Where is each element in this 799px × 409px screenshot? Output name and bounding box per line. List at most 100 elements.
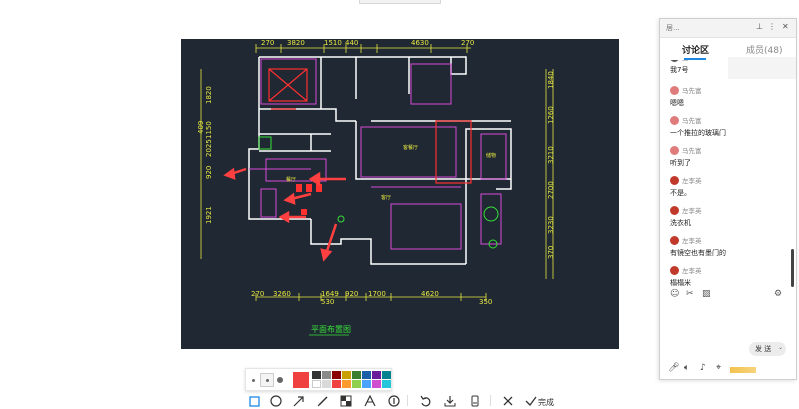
dim-bottom-4: 920 (345, 290, 358, 298)
close-icon[interactable]: ✕ (782, 22, 789, 31)
dim-top-5: 4630 (411, 39, 429, 47)
message-text: 我7号 (670, 66, 689, 74)
dim-left-1: 1820 (205, 86, 213, 104)
avatar[interactable] (670, 265, 679, 275)
brush-size-large[interactable] (277, 377, 283, 383)
dim-right-1: 1840 (547, 71, 555, 89)
promo-banner[interactable] (730, 367, 756, 373)
red-accents (268, 68, 472, 184)
dim-right-6: 370 (547, 246, 555, 259)
sender-name[interactable]: 左李英 (682, 235, 702, 245)
avatar[interactable] (670, 205, 679, 215)
avatar[interactable] (670, 175, 679, 185)
music-icon[interactable]: ♪ (700, 363, 706, 373)
sender-name[interactable]: 左李英 (682, 175, 702, 185)
download-icon[interactable] (442, 393, 458, 409)
screenshot-editor: 270 3820 1510 440 4630 270 270 3260 1649… (0, 0, 799, 409)
brush-size-medium[interactable] (260, 373, 274, 387)
pin-icon[interactable] (467, 393, 483, 409)
dining-chairs (296, 184, 322, 215)
dim-right-3: 3210 (547, 146, 555, 164)
sender-name[interactable]: 左李英 (682, 265, 702, 275)
message-text: 一个推拉的玻璃门 (670, 129, 726, 137)
ellipse-icon[interactable] (268, 393, 284, 409)
sender-name[interactable]: 王... (682, 60, 695, 62)
color-swatch[interactable] (362, 380, 371, 388)
brush-size-small[interactable] (252, 379, 255, 382)
pen-icon[interactable] (315, 393, 331, 409)
dim-top-1: 270 (261, 39, 274, 47)
avatar[interactable] (670, 235, 679, 245)
floor-plan-svg: 270 3820 1510 440 4630 270 270 3260 1649… (197, 39, 555, 336)
send-button[interactable]: 发 送 ⌄ (749, 342, 786, 356)
undo-icon[interactable] (418, 393, 434, 409)
dimension-lines (200, 44, 554, 301)
message-list[interactable]: 王... 我7号马先富嗯嗯马先富一个推拉的玻璃门马先富听到了左李英不是。左李英洗… (660, 60, 791, 300)
color-swatch[interactable] (362, 371, 371, 379)
location-icon[interactable]: ⌖ (716, 363, 721, 373)
sender-name[interactable]: 马先富 (682, 145, 702, 155)
dim-left-4: 2025 (205, 139, 213, 157)
color-swatch[interactable] (322, 380, 331, 388)
color-swatch[interactable] (372, 380, 381, 388)
image-icon[interactable]: ▨ (702, 289, 711, 299)
avatar[interactable] (670, 115, 679, 125)
arrow-icon[interactable] (291, 393, 307, 409)
avatar[interactable] (670, 60, 679, 62)
sender-name[interactable]: 左李英 (682, 205, 702, 215)
text-icon[interactable] (362, 393, 378, 409)
message-sender: 左李英 (670, 235, 790, 245)
message-scrollbar[interactable] (791, 249, 794, 287)
dim-bottom-3: 1649 (321, 290, 339, 298)
sender-name[interactable]: 马先富 (682, 85, 702, 95)
speaker-icon[interactable]: 🔈︎ (684, 363, 689, 373)
message-sender: 左李英 (670, 175, 790, 185)
message-item: 王... 我7号 (670, 60, 790, 75)
done-icon[interactable] (523, 393, 539, 409)
color-swatch[interactable] (372, 371, 381, 379)
panel-bottom-bar: 🎤︎ 🔈︎ ♪ ⌖ (660, 363, 796, 377)
message-sender: 左李英 (670, 265, 790, 275)
sender-name[interactable]: 马先富 (682, 115, 702, 125)
dim-left-5: 920 (205, 166, 213, 179)
dim-left-6: 1921 (205, 206, 213, 224)
dim-top-3: 1510 (324, 39, 342, 47)
microphone-icon[interactable]: 🎤︎ (668, 363, 679, 373)
floor-plan-drawing: 270 3820 1510 440 4630 270 270 3260 1649… (181, 39, 619, 349)
dim-bottom-2: 3260 (273, 290, 291, 298)
tab-members[interactable]: 成员(48) (746, 43, 782, 56)
color-swatch[interactable] (352, 380, 361, 388)
mosaic-icon[interactable] (338, 393, 354, 409)
send-options-chevron-icon[interactable]: ⌄ (778, 344, 783, 351)
cancel-icon[interactable] (500, 393, 516, 409)
svg-text:客厅: 客厅 (381, 194, 391, 201)
color-swatch[interactable] (382, 371, 391, 379)
scissors-icon[interactable]: ✂ (686, 289, 694, 299)
rectangle-icon[interactable] (246, 393, 262, 409)
emoji-icon[interactable]: ☺ (670, 289, 679, 299)
tab-discussion[interactable]: 讨论区 (682, 43, 709, 56)
dim-top-2: 3820 (287, 39, 305, 47)
avatar[interactable] (670, 85, 679, 95)
color-swatch[interactable] (342, 380, 351, 388)
color-swatch[interactable] (322, 371, 331, 379)
color-swatch[interactable] (312, 380, 321, 388)
dim-bottom-7: 350 (479, 298, 492, 306)
dim-top-4: 440 (345, 39, 358, 47)
top-grip[interactable] (359, 0, 441, 4)
number-icon[interactable] (386, 393, 402, 409)
more-icon[interactable]: ⋮ (768, 22, 776, 31)
color-swatch[interactable] (342, 371, 351, 379)
dim-right-5: 3230 (547, 216, 555, 234)
color-swatch[interactable] (332, 380, 341, 388)
color-swatch[interactable] (312, 371, 321, 379)
pin-panel-icon[interactable]: ⊥ (756, 22, 763, 31)
avatar[interactable] (670, 145, 679, 155)
dim-left-2: 1150 (205, 121, 213, 139)
settings-icon[interactable]: ⚙ (774, 289, 782, 299)
dim-top-6: 270 (461, 39, 474, 47)
color-swatch[interactable] (352, 371, 361, 379)
color-swatch[interactable] (382, 380, 391, 388)
done-label[interactable]: 完成 (538, 397, 554, 408)
color-swatch[interactable] (332, 371, 341, 379)
